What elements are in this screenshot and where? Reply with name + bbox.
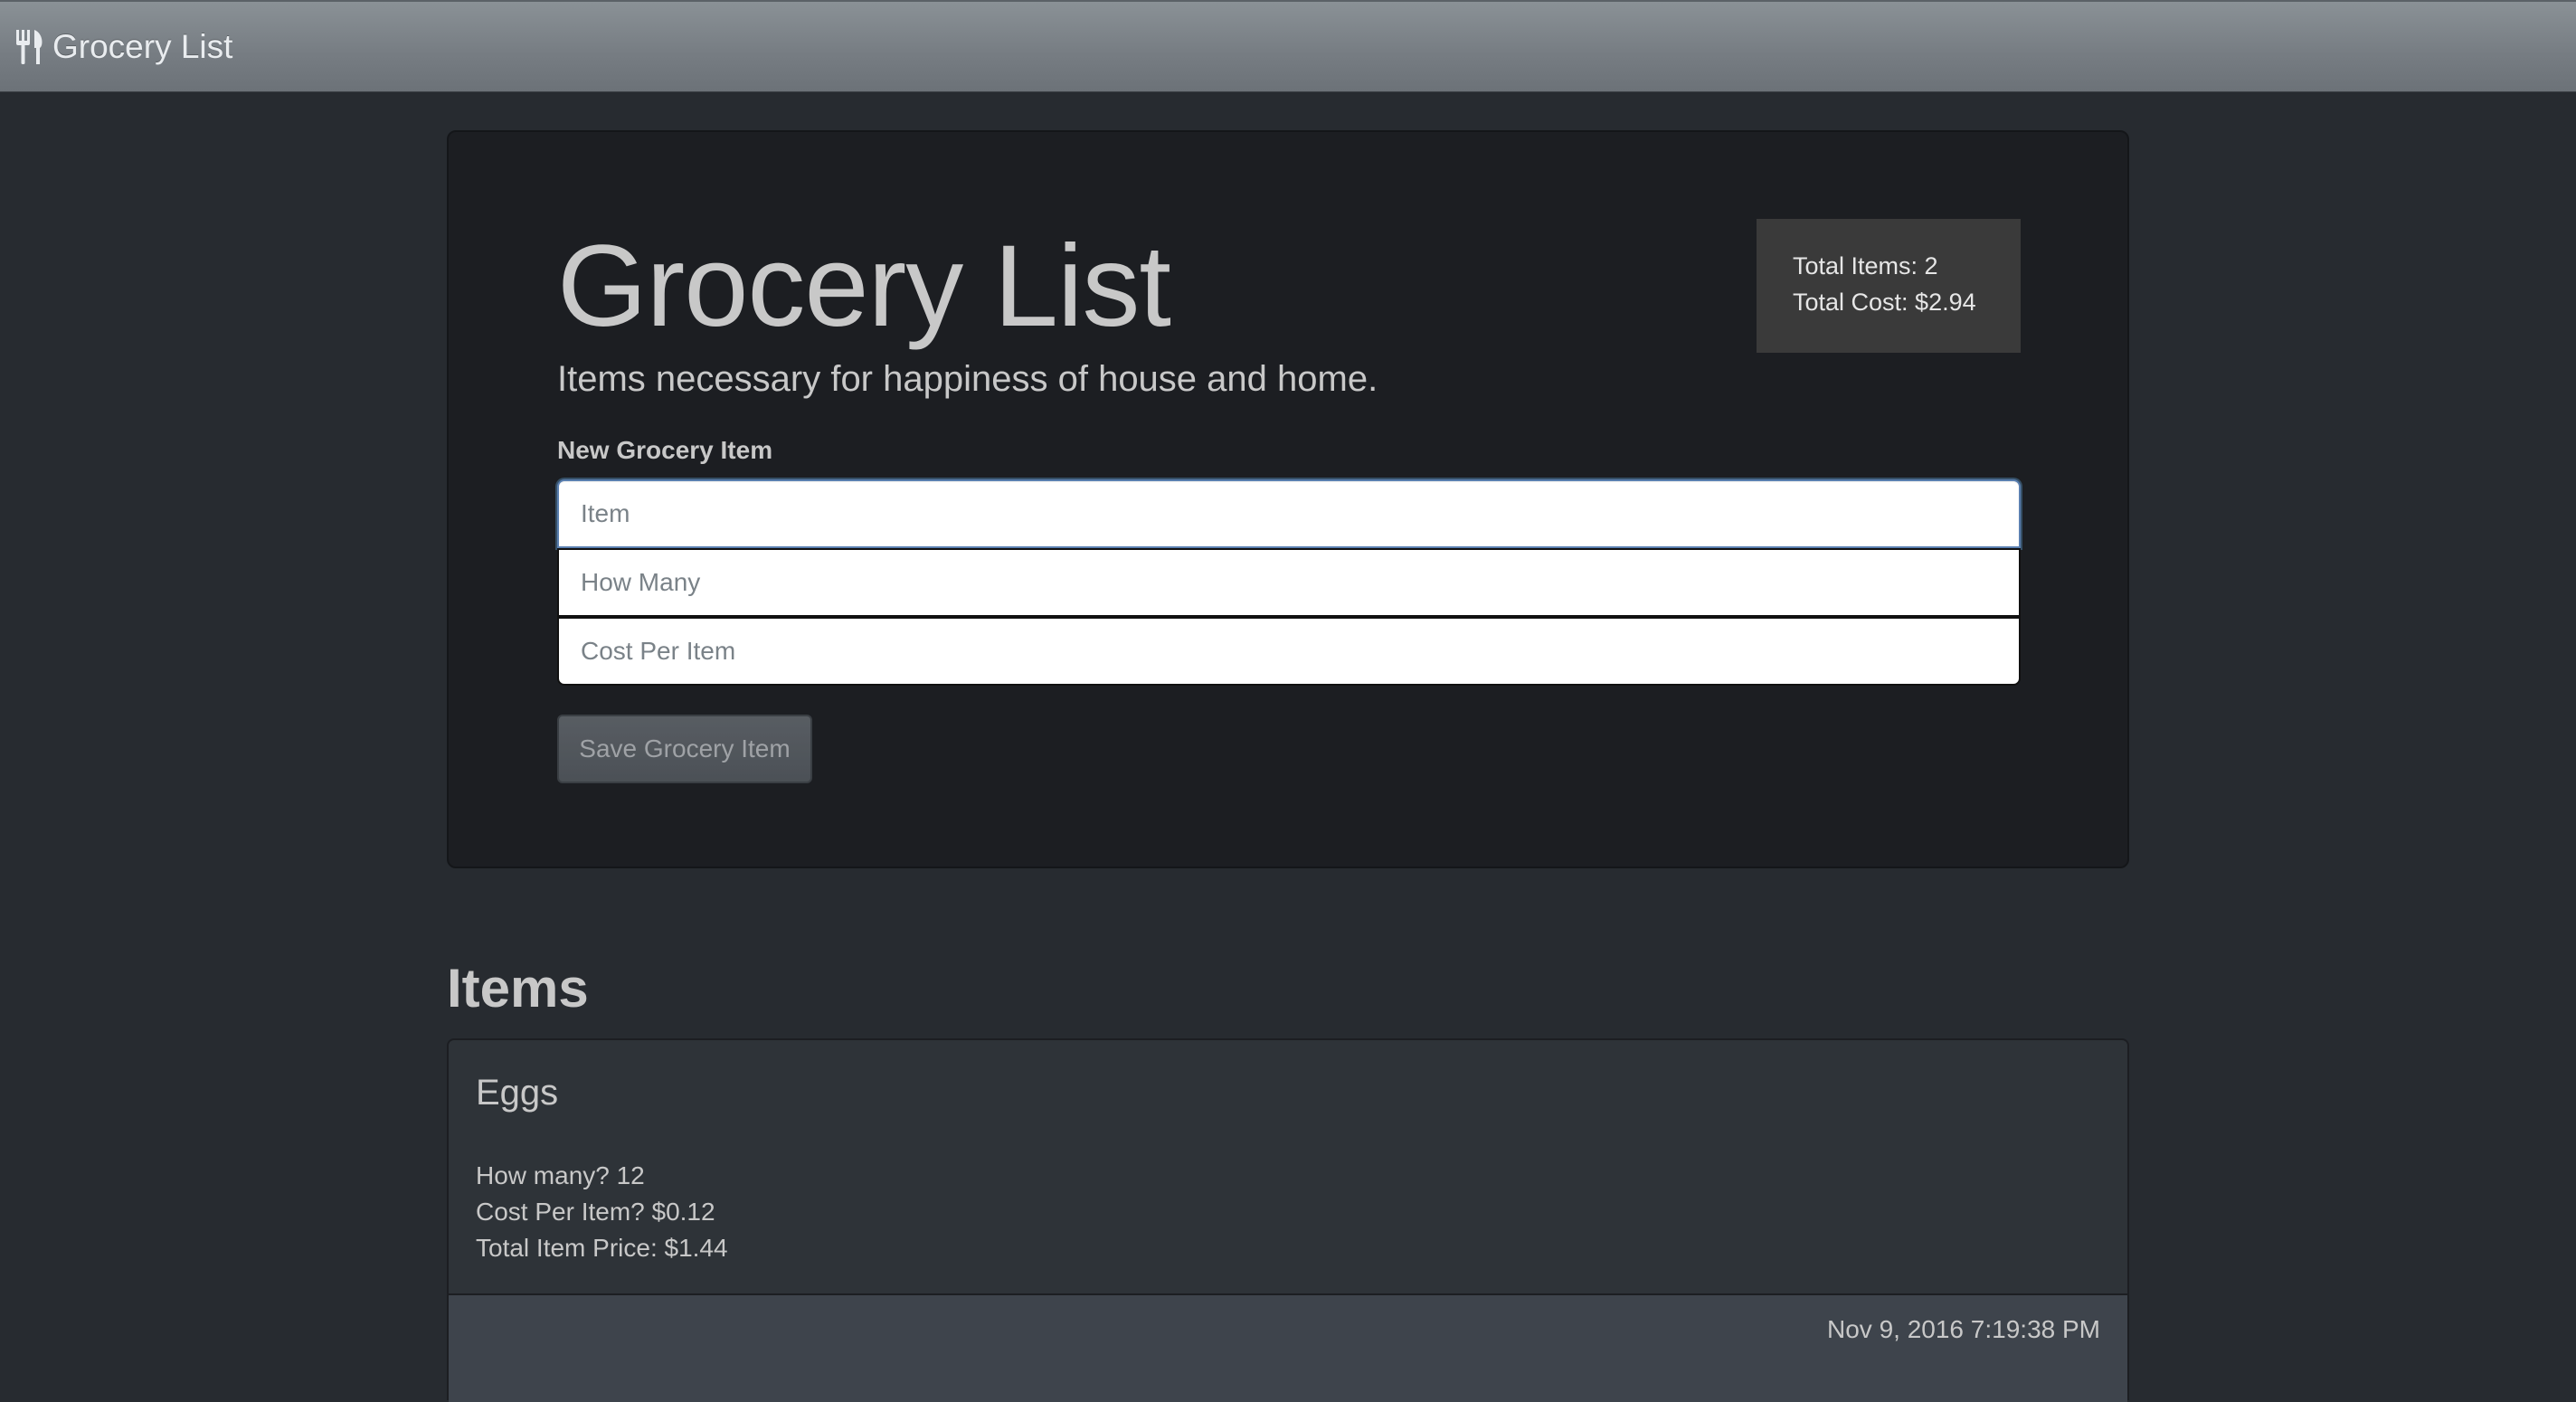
item-card: Eggs How many? 12 Cost Per Item? $0.12 T…	[447, 1038, 2129, 1402]
item-details: How many? 12 Cost Per Item? $0.12 Total …	[476, 1158, 728, 1266]
totals-summary: Total Items: 2 Total Cost: $2.94	[1757, 219, 2021, 353]
item-footer: Nov 9, 2016 7:19:38 PM	[449, 1293, 2127, 1402]
navbar: Grocery List	[0, 0, 2576, 92]
page-subtitle: Items necessary for happiness of house a…	[557, 359, 1378, 399]
total-items: Total Items: 2	[1793, 252, 1938, 279]
cutlery-icon	[14, 29, 45, 64]
cost-per-item-input[interactable]	[557, 617, 2021, 686]
item-cost-per-item: Cost Per Item? $0.12	[476, 1198, 715, 1226]
item-input[interactable]	[557, 479, 2021, 548]
page-title: Grocery List	[557, 222, 1171, 351]
item-total-price: Total Item Price: $1.44	[476, 1234, 728, 1262]
item-how-many: How many? 12	[476, 1161, 645, 1189]
total-cost: Total Cost: $2.94	[1793, 289, 1976, 316]
item-timestamp: Nov 9, 2016 7:19:38 PM	[1827, 1315, 2100, 1343]
save-grocery-item-button[interactable]: Save Grocery Item	[557, 715, 812, 783]
items-heading: Items	[447, 958, 589, 1018]
new-item-label: New Grocery Item	[557, 436, 773, 464]
navbar-brand[interactable]: Grocery List	[52, 28, 232, 66]
new-item-jumbotron: Total Items: 2 Total Cost: $2.94 Grocery…	[447, 130, 2129, 868]
item-name: Eggs	[476, 1073, 559, 1113]
how-many-input[interactable]	[557, 548, 2021, 617]
